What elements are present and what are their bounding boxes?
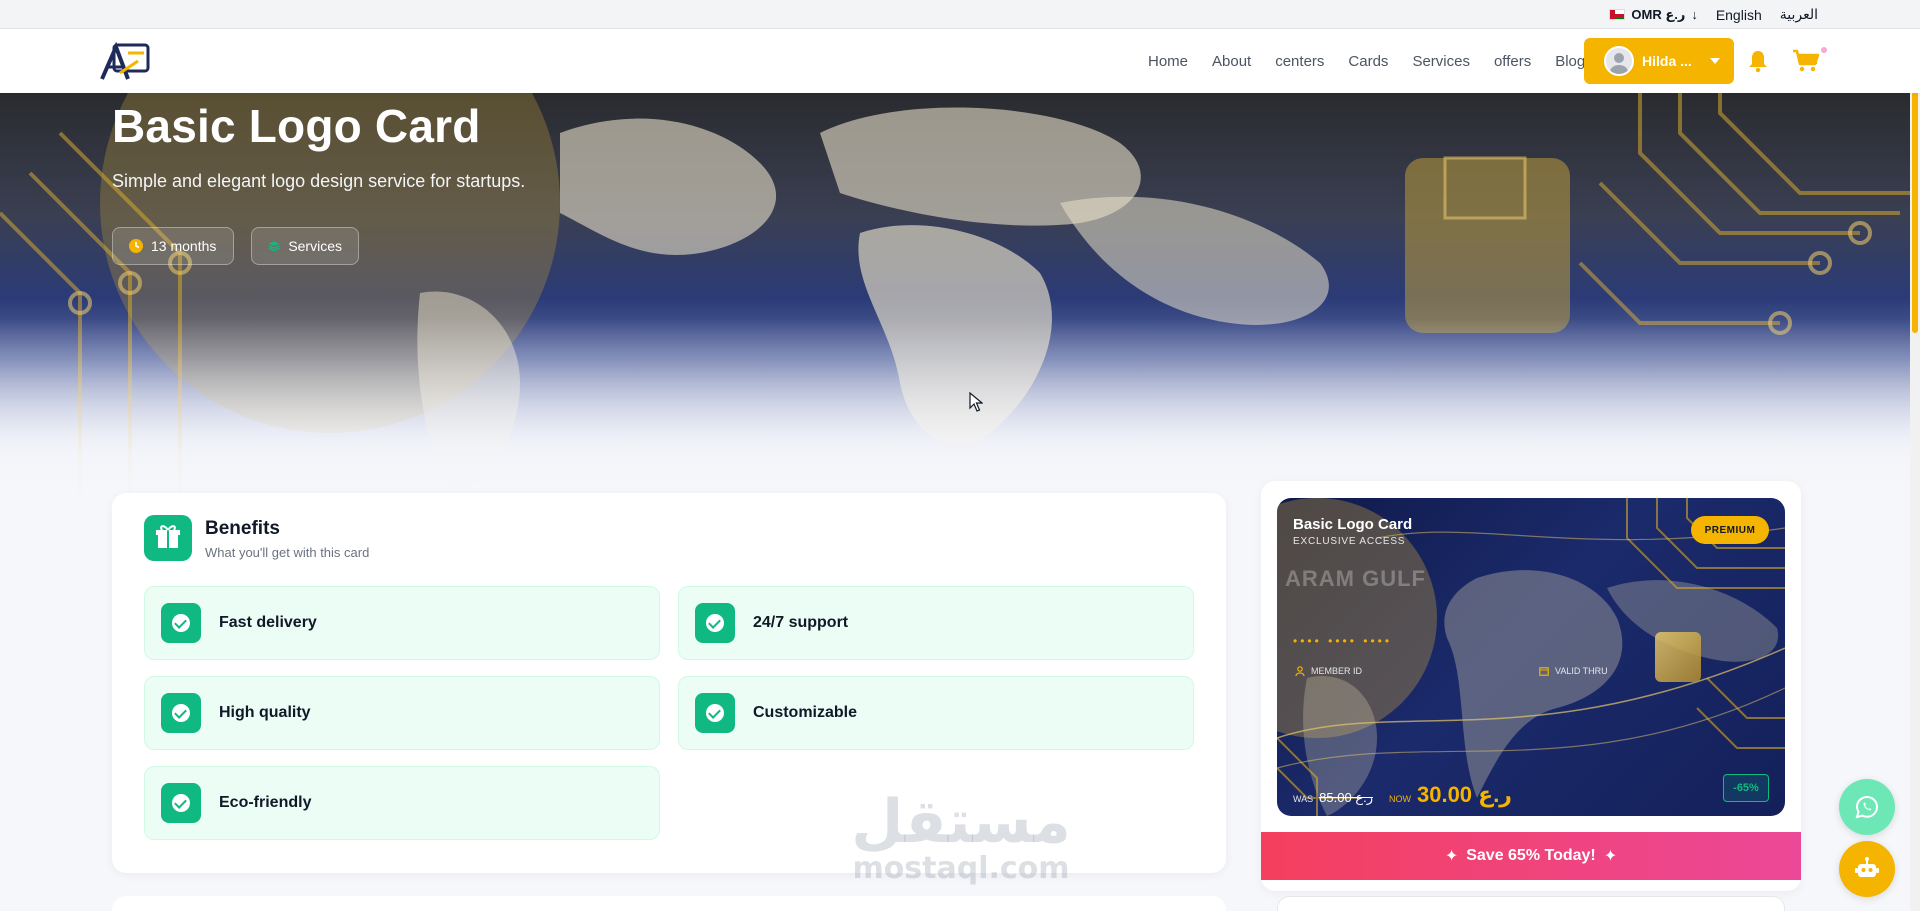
chatbot-button[interactable] xyxy=(1839,841,1895,897)
duration-chip: 13 months xyxy=(112,227,234,265)
member-id-label: MEMBER ID xyxy=(1295,666,1362,676)
cart-badge xyxy=(1821,47,1827,53)
nav-about[interactable]: About xyxy=(1212,53,1251,70)
list-item: Fast delivery xyxy=(144,586,660,660)
chevron-down-icon xyxy=(1709,58,1720,64)
benefit-label: Eco-friendly xyxy=(219,794,312,811)
next-section-panel xyxy=(112,896,1226,911)
category-chip: Services xyxy=(251,227,359,265)
user-icon xyxy=(1295,666,1305,676)
save-banner[interactable]: ✦ Save 65% Today! ✦ xyxy=(1261,832,1801,880)
original-price: ر.ع 85.00 xyxy=(1319,790,1373,805)
benefits-title: Benefits xyxy=(205,518,280,539)
list-item: 24/7 support xyxy=(678,586,1194,660)
sparkle-icon: ✦ xyxy=(1444,848,1459,865)
clock-icon xyxy=(129,239,143,253)
card-number-dots: •••• •••• •••• xyxy=(1293,634,1393,648)
calendar-icon xyxy=(1539,667,1549,676)
benefit-label: High quality xyxy=(219,704,311,721)
page-subtitle: Simple and elegant logo design service f… xyxy=(112,171,526,191)
duration-label: 13 months xyxy=(151,238,217,254)
user-menu-button[interactable]: Hilda ... xyxy=(1584,38,1734,84)
avatar xyxy=(1604,46,1634,76)
mouse-cursor-icon xyxy=(969,392,983,412)
sparkle-icon: ✦ xyxy=(1603,848,1618,865)
now-label: NOW xyxy=(1388,794,1411,804)
list-item: Eco-friendly xyxy=(144,766,660,840)
topbar-controls: OMR ر.ع ↓ English العربية xyxy=(1609,0,1818,29)
premium-badge: PREMIUM xyxy=(1691,516,1769,544)
card-exclusive-label: EXCLUSIVE ACCESS xyxy=(1293,536,1406,547)
cart-icon[interactable] xyxy=(1792,49,1820,73)
user-name: Hilda ... xyxy=(1642,53,1692,69)
price-row: WAS ر.ع 85.00 NOW ر.ع 30.00 xyxy=(1293,782,1512,808)
brand-logo-icon[interactable] xyxy=(98,39,152,83)
benefit-label: 24/7 support xyxy=(753,614,849,631)
currency-label: OMR ر.ع xyxy=(1631,6,1686,22)
main-navbar: Home About centers Cards Services offers… xyxy=(0,29,1920,93)
benefits-subtitle: What you'll get with this card xyxy=(205,545,370,560)
card-title: Basic Logo Card xyxy=(1293,516,1413,533)
gift-icon xyxy=(144,515,192,561)
check-circle-icon xyxy=(161,693,201,733)
whatsapp-button[interactable] xyxy=(1839,779,1895,835)
current-price: ر.ع 30.00 xyxy=(1416,782,1512,807)
layers-icon xyxy=(268,241,280,252)
language-english[interactable]: English xyxy=(1716,7,1762,23)
hero-banner: Basic Logo Card Simple and elegant logo … xyxy=(0,93,1920,503)
list-item: High quality xyxy=(144,676,660,750)
benefit-label: Fast delivery xyxy=(219,614,317,631)
nav-blog[interactable]: Blog xyxy=(1555,53,1585,70)
discount-badge: -65% xyxy=(1723,774,1769,802)
hero-fade-overlay xyxy=(0,93,1920,503)
benefits-panel: Benefits What you'll get with this card … xyxy=(112,493,1226,873)
page-title: Basic Logo Card xyxy=(112,100,481,152)
valid-thru-label: VALID THRU xyxy=(1539,666,1608,676)
language-arabic[interactable]: العربية xyxy=(1780,6,1818,23)
top-utility-bar: OMR ر.ع ↓ English العربية xyxy=(0,0,1920,29)
card-chip-icon xyxy=(1655,632,1701,682)
valid-thru-text: VALID THRU xyxy=(1555,666,1608,676)
nav-services[interactable]: Services xyxy=(1412,53,1470,70)
currency-arrow-icon: ↓ xyxy=(1691,7,1698,22)
oman-flag-icon xyxy=(1609,9,1626,20)
nav-links: Home About centers Cards Services offers… xyxy=(1148,29,1585,93)
nav-centers[interactable]: centers xyxy=(1275,53,1324,70)
currency-selector[interactable]: OMR ر.ع ↓ xyxy=(1609,6,1698,23)
save-banner-text: Save 65% Today! xyxy=(1466,847,1596,864)
benefit-label: Customizable xyxy=(753,704,858,721)
membership-card-preview: Basic Logo Card EXCLUSIVE ACCESS ARAM GU… xyxy=(1277,498,1785,816)
check-circle-icon xyxy=(161,783,201,823)
nav-cards[interactable]: Cards xyxy=(1348,53,1388,70)
check-circle-icon xyxy=(161,603,201,643)
member-id-text: MEMBER ID xyxy=(1311,666,1363,676)
category-label: Services xyxy=(288,238,342,254)
whatsapp-icon xyxy=(1855,795,1879,819)
list-item: Customizable xyxy=(678,676,1194,750)
check-circle-icon xyxy=(695,693,735,733)
was-label: WAS xyxy=(1293,794,1314,804)
nav-offers[interactable]: offers xyxy=(1494,53,1531,70)
robot-icon xyxy=(1855,857,1879,877)
side-panel-next-block xyxy=(1277,896,1785,911)
check-circle-icon xyxy=(695,603,735,643)
bell-icon[interactable] xyxy=(1746,49,1770,73)
nav-home[interactable]: Home xyxy=(1148,53,1188,70)
card-brand-text: ARAM GULF xyxy=(1285,566,1426,591)
